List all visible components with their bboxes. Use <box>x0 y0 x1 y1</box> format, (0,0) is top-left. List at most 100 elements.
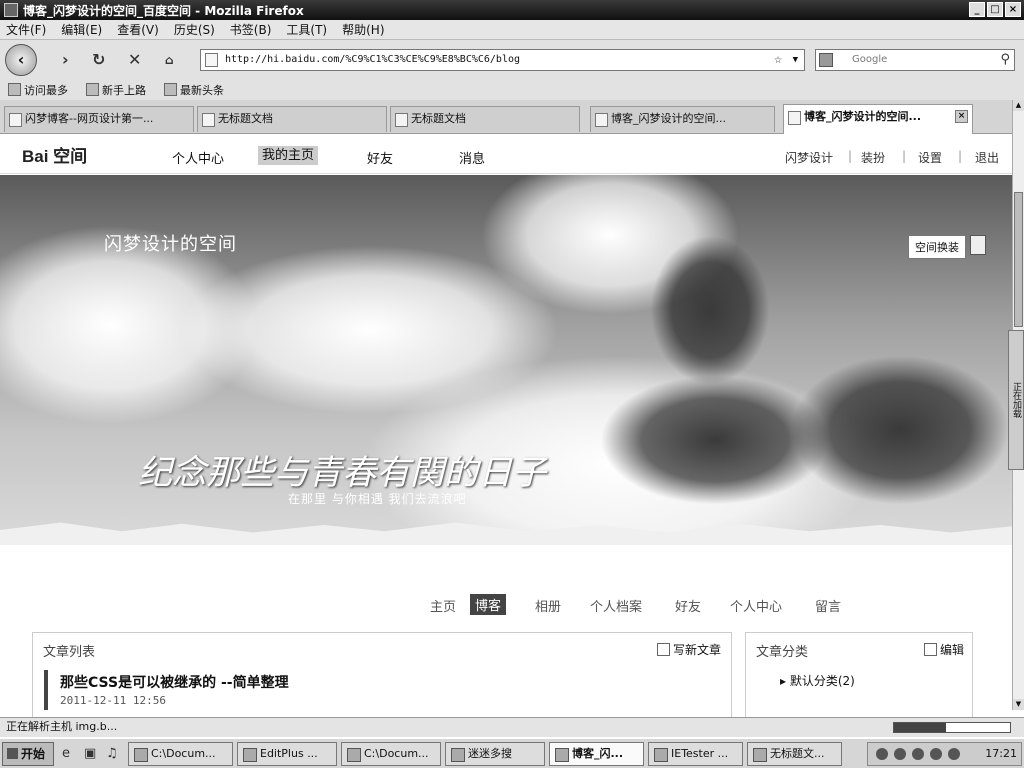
menu-view[interactable]: 查看(V) <box>117 21 159 38</box>
ie-icon[interactable]: e <box>62 746 70 761</box>
home-icon[interactable]: ⌂ <box>165 53 174 67</box>
window-controls: _ □ × <box>969 2 1021 17</box>
url-bar[interactable]: http://hi.baidu.com/%C9%C1%C3%CE%C9%E8%B… <box>200 49 805 71</box>
menu-help[interactable]: 帮助(H) <box>342 21 384 38</box>
task-label: 博客_闪... <box>572 747 624 760</box>
article-list-header: 文章列表 <box>43 645 96 660</box>
bookmark-latest-headlines[interactable]: 最新头条 <box>164 82 224 98</box>
ime-icon[interactable] <box>948 748 960 760</box>
tray-chevron-icon[interactable] <box>876 748 888 760</box>
blog-nav: 主页 博客 相册 个人档案 好友 个人中心 留言 <box>0 590 1012 620</box>
tab-label: 博客_闪梦设计的空间... <box>804 110 922 123</box>
scroll-up-arrow[interactable]: ▲ <box>1013 100 1024 111</box>
menu-bar: 文件(F) 编辑(E) 查看(V) 历史(S) 书签(B) 工具(T) 帮助(H… <box>0 20 1024 40</box>
menu-edit[interactable]: 编辑(E) <box>61 21 102 38</box>
banner-slogan: 纪念那些与青春有関的日子 <box>138 453 546 493</box>
decorate-link[interactable]: 装扮 <box>861 149 885 166</box>
menu-history[interactable]: 历史(S) <box>174 21 215 38</box>
nav-messages[interactable]: 消息 <box>459 148 485 167</box>
bookmark-most-visited[interactable]: 访问最多 <box>8 82 68 98</box>
category-header: 文章分类 <box>756 645 809 660</box>
chevron-down-icon[interactable]: ▼ <box>793 50 798 70</box>
blognav-blog[interactable]: 博客 <box>470 594 507 615</box>
skin-icon[interactable] <box>970 235 986 255</box>
change-skin-button[interactable]: 空间换装 <box>908 235 966 259</box>
blognav-guestbook[interactable]: 留言 <box>815 596 841 615</box>
task-label: EditPlus ... <box>260 747 318 760</box>
back-icon[interactable]: ‹ <box>5 44 37 76</box>
user-name-link[interactable]: 闪梦设计 <box>785 149 833 166</box>
scroll-down-arrow[interactable]: ▼ <box>1013 699 1024 710</box>
site-header: Bai 空间 个人中心 我的主页 好友 消息 闪梦设计 | 装扮 | 设置 | … <box>0 134 1012 174</box>
divider: | <box>902 149 907 163</box>
tab-1[interactable]: 闪梦博客--网页设计第一... <box>4 106 194 132</box>
network-icon[interactable] <box>894 748 906 760</box>
settings-link[interactable]: 设置 <box>918 149 942 166</box>
page-icon <box>205 53 218 67</box>
search-icon[interactable]: ⚲ <box>1000 50 1010 70</box>
media-icon[interactable]: ♫ <box>106 746 118 761</box>
task-label: C:\Docum... <box>364 747 429 760</box>
close-button[interactable]: × <box>1005 2 1021 17</box>
windows-taskbar: 开始 e ▣ ♫ C:\Docum... EditPlus ... C:\Doc… <box>0 737 1024 768</box>
firefox-icon <box>4 3 18 17</box>
bookmark-getting-started[interactable]: 新手上路 <box>86 82 146 98</box>
menu-file[interactable]: 文件(F) <box>6 21 46 38</box>
baidu-space-logo[interactable]: Bai 空间 <box>22 142 87 167</box>
close-tab-icon[interactable]: × <box>955 110 968 123</box>
divider: | <box>958 149 963 163</box>
task-label: C:\Docum... <box>151 747 216 760</box>
nav-friends[interactable]: 好友 <box>367 148 393 167</box>
blognav-friends[interactable]: 好友 <box>675 596 701 615</box>
task-label: 迷迷多搜 <box>468 747 512 760</box>
write-article-button[interactable]: 写新文章 <box>657 641 721 658</box>
minimize-button[interactable]: _ <box>969 2 985 17</box>
bookmarks-toolbar: 访问最多 新手上路 最新头条 <box>0 80 1024 100</box>
task-label: IETester ... <box>671 747 729 760</box>
volume-icon[interactable] <box>930 748 942 760</box>
main-content: 文章列表 写新文章 文章分类 编辑 那些CSS是可以被继承的 --简单整理 20… <box>0 620 1012 722</box>
edit-category-button[interactable]: 编辑 <box>924 641 964 658</box>
blognav-profile[interactable]: 个人档案 <box>590 596 642 615</box>
search-input[interactable]: Google ⚲ <box>815 49 1015 71</box>
task-editplus[interactable]: EditPlus ... <box>237 742 337 766</box>
divider: | <box>848 149 853 163</box>
nav-my-home[interactable]: 我的主页 <box>258 146 319 165</box>
tab-5-active[interactable]: 博客_闪梦设计的空间... × <box>783 104 973 134</box>
scroll-thumb[interactable] <box>1014 192 1023 327</box>
show-desktop-icon[interactable]: ▣ <box>84 746 96 761</box>
task-explorer-1[interactable]: C:\Docum... <box>128 742 233 766</box>
post-title-link[interactable]: 那些CSS是可以被继承的 --简单整理 <box>60 672 289 692</box>
reload-icon[interactable]: ↻ <box>92 50 105 69</box>
category-item[interactable]: ▸ 默认分类(2) <box>780 672 855 689</box>
blognav-home[interactable]: 主页 <box>430 596 456 615</box>
menu-bookmarks[interactable]: 书签(B) <box>230 21 272 38</box>
search-engine-icon[interactable] <box>819 53 833 67</box>
window-title: 博客_闪梦设计的空间_百度空间 - Mozilla Firefox <box>23 3 304 18</box>
logout-link[interactable]: 退出 <box>975 149 999 166</box>
side-loading-tab[interactable]: 正在加载 <box>1008 330 1024 470</box>
antivirus-icon[interactable] <box>912 748 924 760</box>
star-icon[interactable]: ☆ <box>774 50 782 70</box>
menu-tools[interactable]: 工具(T) <box>286 21 327 38</box>
stop-icon[interactable]: ✕ <box>128 50 141 69</box>
forward-icon[interactable]: › <box>62 50 69 69</box>
task-search[interactable]: 迷迷多搜 <box>445 742 545 766</box>
maximize-button[interactable]: □ <box>987 2 1003 17</box>
nav-personal-center[interactable]: 个人中心 <box>172 148 224 167</box>
task-untitled[interactable]: 无标题文... <box>747 742 842 766</box>
tab-label: 无标题文档 <box>411 112 466 125</box>
start-button[interactable]: 开始 <box>2 742 54 766</box>
blognav-personal-center[interactable]: 个人中心 <box>730 596 782 615</box>
blognav-album[interactable]: 相册 <box>535 596 561 615</box>
folder-icon: ▸ <box>780 674 790 688</box>
window-titlebar: 博客_闪梦设计的空间_百度空间 - Mozilla Firefox _ □ × <box>0 0 1024 20</box>
task-firefox-blog[interactable]: 博客_闪... <box>549 742 644 766</box>
tab-3[interactable]: 无标题文档 <box>390 106 580 132</box>
tab-4[interactable]: 博客_闪梦设计的空间... <box>590 106 775 132</box>
task-ietester[interactable]: IETester ... <box>648 742 743 766</box>
task-explorer-2[interactable]: C:\Docum... <box>341 742 441 766</box>
tab-label: 闪梦博客--网页设计第一... <box>25 112 154 125</box>
tab-2[interactable]: 无标题文档 <box>197 106 387 132</box>
figure-shadow <box>650 235 770 385</box>
